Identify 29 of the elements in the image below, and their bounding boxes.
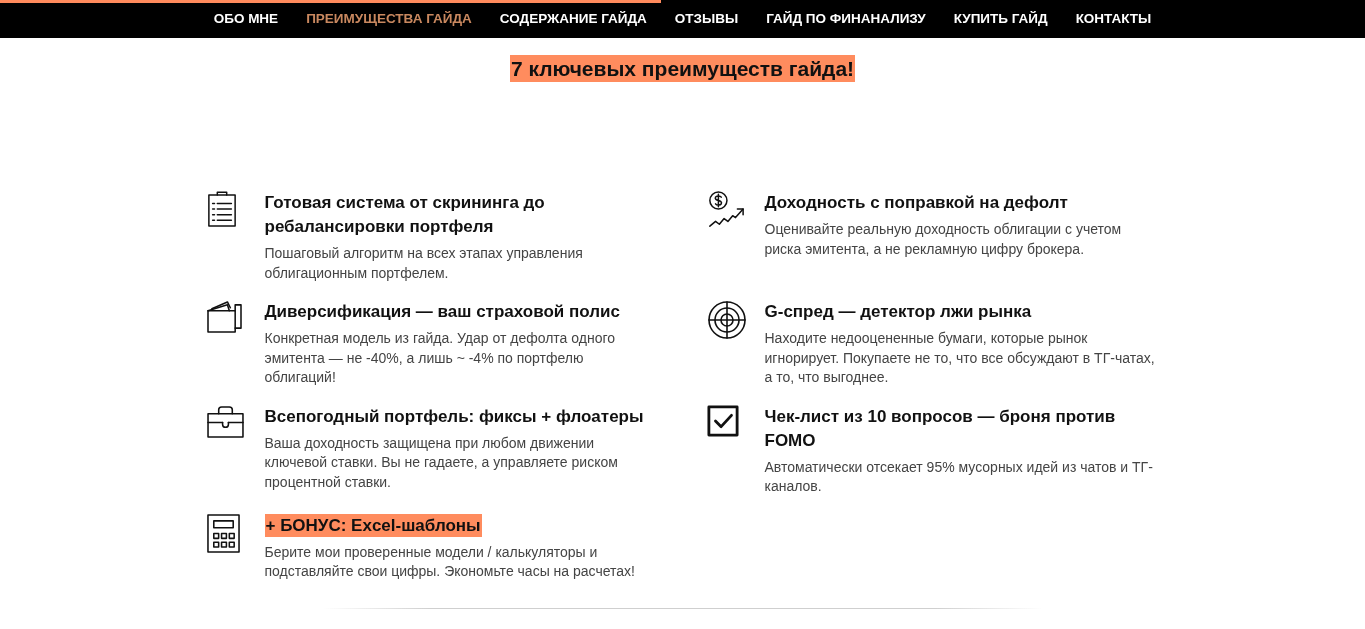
feature-description: Конкретная модель из гайда. Удар от дефолта одного эмитента — не -40%, а лишь ~ -4% по портфелю облигаций! (264, 329, 617, 387)
feature-title: Доходность с поправкой на дефолт (764, 193, 1068, 212)
feature-description: Находите недооцененные бумаги, которые рынок игнорирует. Покупаете не то, что все обсуждают в ТГ-чатах, а то, что выгоднее. (764, 329, 1156, 387)
calculator-icon (206, 513, 240, 553)
checked-box-icon (706, 404, 739, 437)
briefcase-icon (206, 404, 244, 438)
feature-title: Диверсификация — ваш страховой полис (264, 302, 620, 321)
feature-description: Пошаговый алгоритм на всех этапах управления облигационным портфелем. (264, 244, 584, 283)
nav-link[interactable]: КУПИТЬ ГАЙД (953, 10, 1048, 28)
feature-description: Автоматически отсекает 95% мусорных идей из чатов и ТГ-каналов. (764, 457, 1154, 496)
coin-with-rising-arrow-icon (706, 191, 745, 229)
feature-description: Ваша доходность защищена при любом движении ключевой ставки. Вы не гадаете, а управляете риском процентной ставки. (264, 433, 619, 492)
nav-link[interactable]: ОБО МНЕ (213, 10, 279, 28)
clipboard-icon (206, 191, 237, 227)
nav-link[interactable]: ОТЗЫВЫ (674, 10, 739, 28)
nav-link[interactable]: СОДЕРЖАНИЕ ГАЙДА (499, 10, 647, 28)
feature-description: Берите мои проверенные модели / калькуляторы и подставляйте свои цифры. Экономьте часы на расчетах! (264, 542, 636, 581)
section-heading: 7 ключевых преимуществ гайда! (509, 55, 856, 82)
feature-title: Готовая система от скрининга до ребалансировки портфеля (264, 193, 545, 236)
feature-description: Оценивайте реальную доходность облигации с учетом риска эмитента, а не рекламную цифру брокера. (764, 220, 1123, 259)
feature-title: Чек-лист из 10 вопросов — броня против FOMO (764, 406, 1116, 450)
feature-title: G-спред — детектор лжи рынка (764, 302, 1032, 321)
target-icon (706, 300, 747, 340)
feature-title: Всепогодный портфель: фиксы + флоатеры (264, 406, 644, 426)
nav-link[interactable]: КОНТАКТЫ (1075, 10, 1152, 28)
nav-link[interactable]: ПРЕИМУЩЕСТВА ГАЙДА (306, 10, 472, 28)
feature-title: + БОНУС: Excel-шаблоны (264, 513, 482, 537)
nav-link[interactable]: ГАЙД ПО ФИНАНАЛИЗУ (766, 10, 926, 28)
folder-with-papers-icon (206, 300, 242, 333)
